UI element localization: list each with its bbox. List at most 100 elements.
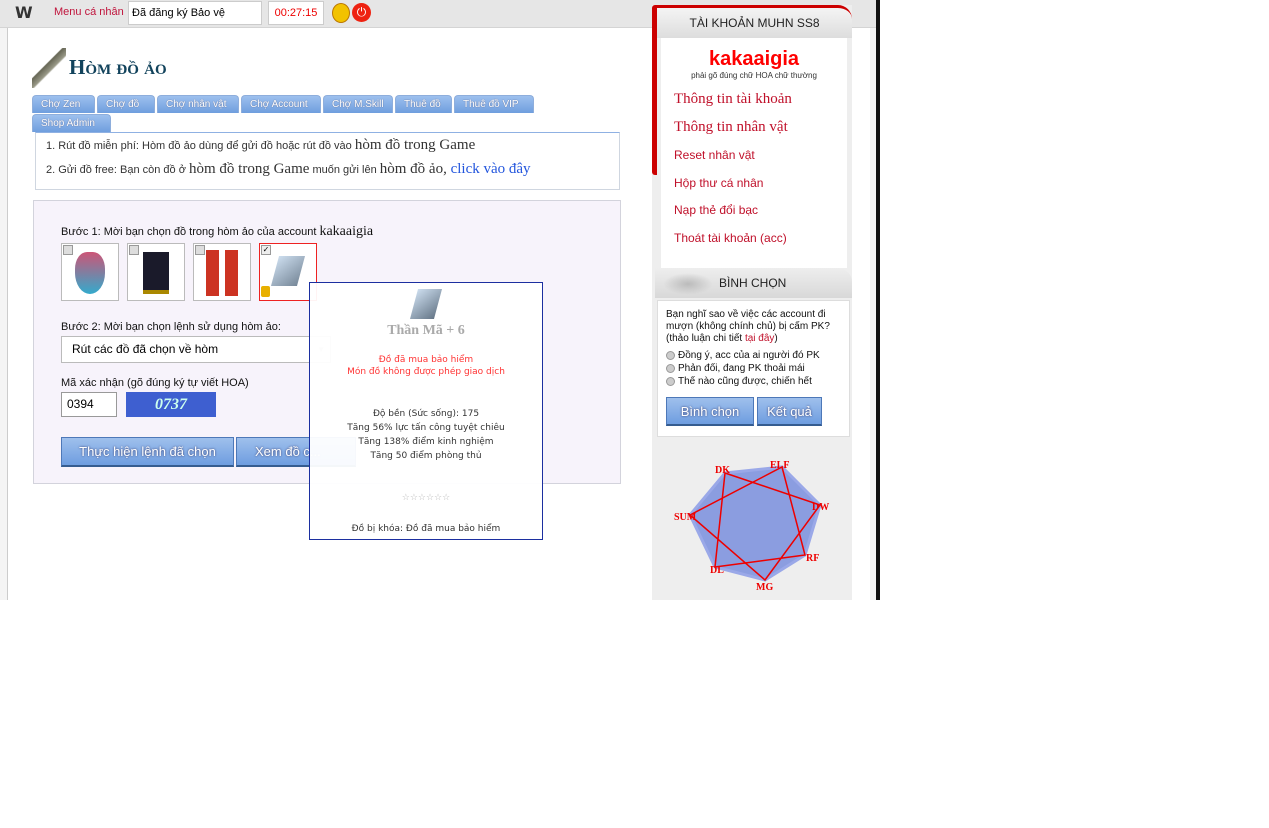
class-label: DL bbox=[710, 565, 724, 576]
pet-item-icon bbox=[409, 289, 443, 319]
results-button[interactable]: Kết quả bbox=[757, 397, 822, 426]
class-diagram: DK ELF DW RF MG DL SUM bbox=[674, 460, 829, 593]
poll-option[interactable]: Đồng ý, acc của ai người đó PK bbox=[666, 349, 841, 362]
item-checkbox[interactable] bbox=[195, 245, 205, 255]
link-reset-character[interactable]: Reset nhân vật bbox=[674, 148, 755, 162]
info-box: 1. Rút đồ miễn phí: Hòm đồ ảo dùng để gử… bbox=[35, 132, 620, 190]
radio-button[interactable] bbox=[666, 363, 675, 373]
vote-button[interactable]: Bình chọn bbox=[666, 397, 754, 426]
item-slot-3[interactable] bbox=[193, 243, 251, 301]
page-edge bbox=[876, 0, 880, 600]
info-text: 1. Rút đồ miễn phí: Hòm đồ ảo dùng để gử… bbox=[46, 140, 355, 152]
info-emphasis: hòm đồ trong Game bbox=[354, 137, 476, 153]
click-here-link[interactable]: click vào đây bbox=[447, 161, 531, 177]
armor-item-icon bbox=[75, 252, 105, 294]
poll-header: BÌNH CHỌN bbox=[655, 268, 852, 298]
option-label: Phản đối, đang PK thoải mái bbox=[678, 363, 805, 374]
radio-button[interactable] bbox=[666, 376, 675, 386]
link-character-info[interactable]: Thông tin nhân vật bbox=[674, 119, 788, 136]
tab-shop-admin[interactable]: Shop Admin bbox=[32, 114, 111, 132]
sword-icon bbox=[32, 48, 66, 88]
poll-question-end: ) bbox=[774, 333, 778, 344]
link-topup[interactable]: Nạp thẻ đổi bạc bbox=[674, 203, 758, 217]
item-tooltip: Thần Mã + 6 Đồ đã mua bảo hiểm Món đồ kh… bbox=[309, 282, 543, 540]
class-label: MG bbox=[756, 582, 773, 593]
item-name: Thần Mã + 6 bbox=[387, 323, 465, 338]
execute-button[interactable]: Thực hiện lệnh đã chọn bbox=[61, 437, 234, 467]
personal-menu-link[interactable]: Menu cá nhân bbox=[54, 6, 124, 18]
session-timer: 00:27:15 bbox=[268, 1, 324, 25]
tab-cho-zen[interactable]: Chợ Zen bbox=[32, 95, 95, 113]
selected-command: Rút các đồ đã chọn về hòm bbox=[72, 342, 219, 356]
captcha-input[interactable]: 0394 bbox=[61, 392, 117, 417]
class-label: ELF bbox=[770, 460, 789, 471]
star-rating: ☆☆☆☆☆☆ bbox=[401, 493, 451, 503]
option-label: Thế nào cũng được, chiến hết bbox=[678, 376, 812, 387]
item-slot-1[interactable] bbox=[61, 243, 119, 301]
insured-warning: Đồ đã mua bảo hiểm bbox=[378, 355, 474, 365]
item-checkbox[interactable] bbox=[129, 245, 139, 255]
info-text: muốn gửi lên bbox=[309, 164, 380, 176]
tab-cho-account[interactable]: Chợ Account bbox=[241, 95, 321, 113]
sidebar-title: TÀI KHOẢN MUHN SS8 bbox=[689, 16, 820, 30]
poll-box: Bạn nghĩ sao về việc các account đi mượn… bbox=[657, 300, 850, 437]
poll-option[interactable]: Thế nào cũng được, chiến hết bbox=[666, 375, 841, 388]
boots-item-icon bbox=[206, 250, 238, 296]
tab-thue-do[interactable]: Thuê đồ bbox=[395, 95, 452, 113]
poll-question: Bạn nghĩ sao về việc các account đi mượn… bbox=[666, 309, 841, 345]
link-account-info[interactable]: Thông tin tài khoản bbox=[674, 91, 792, 108]
poll-title: BÌNH CHỌN bbox=[719, 276, 787, 290]
stat-line: Tăng 56% lực tấn công tuyệt chiêu bbox=[347, 423, 505, 433]
class-label: DK bbox=[715, 465, 730, 476]
smiley-icon[interactable] bbox=[332, 3, 350, 23]
site-logo[interactable]: W bbox=[15, 3, 33, 22]
captcha-label: Mã xác nhận (gõ đúng ký tự viết HOA) bbox=[61, 377, 249, 389]
dragon-icon bbox=[663, 273, 713, 295]
sidebar-header: TÀI KHOẢN MUHN SS8 bbox=[657, 5, 852, 38]
link-inbox[interactable]: Hộp thư cá nhân bbox=[674, 176, 763, 190]
account-protection-status: Đã đăng ký Bảo vệ ACC▩ bbox=[128, 1, 262, 41]
tab-cho-mskill[interactable]: Chợ M.Skill bbox=[323, 95, 393, 113]
stat-line: Độ bền (Sức sống): 175 bbox=[372, 409, 480, 419]
item-checkbox-checked[interactable]: ✓ bbox=[261, 245, 271, 255]
class-label: RF bbox=[806, 553, 819, 564]
account-name: kakaaigia bbox=[319, 224, 374, 239]
tab-cho-nhan-vat[interactable]: Chợ nhân vật bbox=[157, 95, 239, 113]
captcha-image: 0737 bbox=[126, 392, 216, 417]
class-label: DW bbox=[812, 502, 829, 513]
item-slot-2[interactable] bbox=[127, 243, 185, 301]
username: kakaaigia bbox=[708, 48, 800, 70]
info-emphasis: hòm đồ trong Game bbox=[189, 161, 310, 177]
radio-button[interactable] bbox=[666, 350, 675, 360]
option-label: Đồng ý, acc của ai người đó PK bbox=[678, 350, 820, 361]
poll-options: Đồng ý, acc của ai người đó PK Phản đối,… bbox=[666, 349, 841, 388]
step2-label: Bước 2: Mời bạn chọn lệnh sử dụng hòm ảo… bbox=[61, 321, 281, 333]
class-circle bbox=[688, 465, 822, 582]
item-checkbox[interactable] bbox=[63, 245, 73, 255]
step1-label: Bước 1: Mời bạn chọn đồ trong hòm ảo của… bbox=[61, 224, 373, 240]
stat-line: Tăng 138% điểm kinh nghiệm bbox=[358, 437, 494, 447]
no-trade-warning: Món đồ không được phép giao dịch bbox=[347, 367, 505, 377]
discussion-link[interactable]: tại đây bbox=[745, 333, 774, 344]
pants-item-icon bbox=[143, 252, 169, 294]
info-text: 2. Gửi đồ free: Bạn còn đồ ở bbox=[46, 164, 189, 176]
tab-cho-do[interactable]: Chợ đồ bbox=[97, 95, 155, 113]
tab-bar: Chợ Zen Chợ đồ Chợ nhân vật Chợ Account … bbox=[32, 95, 534, 113]
lock-status: Đồ bị khóa: Đồ đã mua bảo hiểm bbox=[351, 524, 501, 534]
tab-thue-do-vip[interactable]: Thuê đồ VIP bbox=[454, 95, 534, 113]
poll-option[interactable]: Phản đối, đang PK thoải mái bbox=[666, 362, 841, 375]
info-line-1: 1. Rút đồ miễn phí: Hòm đồ ảo dùng để gử… bbox=[46, 137, 475, 154]
stat-line: Tăng 50 điểm phòng thủ bbox=[370, 451, 482, 461]
item-stats: Độ bền (Sức sống): 175 Tăng 56% lực tấn … bbox=[310, 407, 542, 463]
info-line-2: 2. Gửi đồ free: Bạn còn đồ ở hòm đồ tron… bbox=[46, 161, 531, 178]
power-icon[interactable]: ⏻ bbox=[352, 3, 371, 22]
username-hint: phải gõ đúng chữ HOA chữ thường bbox=[691, 71, 817, 80]
command-select[interactable]: Rút các đồ đã chọn về hòm▼ bbox=[61, 336, 331, 363]
page: W Menu cá nhân Đã đăng ký Bảo vệ ACC▩ 00… bbox=[0, 0, 880, 600]
info-emphasis: hòm đồ ảo, bbox=[379, 161, 447, 177]
page-title: Hòm đồ ảo bbox=[69, 55, 167, 79]
step1-text: Bước 1: Mời bạn chọn đồ trong hòm ảo của… bbox=[61, 226, 320, 238]
account-sidebar: TÀI KHOẢN MUHN SS8 kakaaigia phải gõ đún… bbox=[652, 5, 852, 600]
class-label: SUM bbox=[674, 512, 697, 523]
link-logout[interactable]: Thoát tài khoản (acc) bbox=[674, 231, 787, 245]
